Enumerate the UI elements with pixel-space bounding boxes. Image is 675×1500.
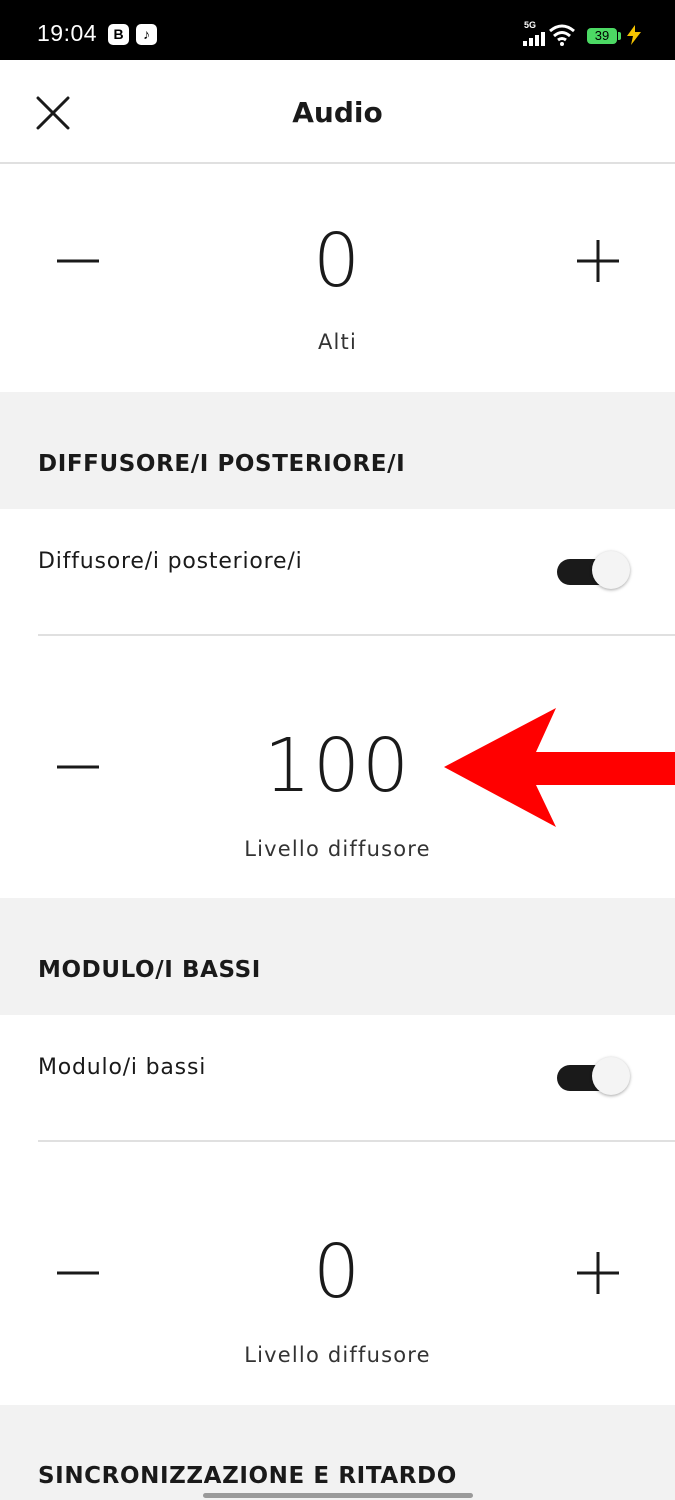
app-badge-tiktok-icon: ♪: [136, 24, 157, 45]
divider: [38, 634, 675, 636]
bass-module-toggle-label: Modulo/i bassi: [38, 1055, 207, 1080]
page-title: Audio: [292, 96, 383, 129]
battery-icon: 39: [587, 28, 617, 44]
sync-section-header: SINCRONIZZAZIONE E RITARDO: [0, 1405, 675, 1500]
battery-tip: [618, 32, 621, 40]
treble-stepper: 0 Alti: [0, 164, 675, 392]
toggle-knob: [592, 1057, 630, 1095]
status-time: 19:04: [37, 20, 98, 46]
bass-module-panel: Modulo/i bassi 0 Livello diffusore: [0, 1015, 675, 1405]
status-bar: 19:04 B ♪ 5G 39: [0, 0, 675, 60]
app-badge-b-icon: B: [108, 24, 129, 45]
toggle-knob: [592, 551, 630, 589]
bass-level-label: Livello diffusore: [244, 1343, 431, 1367]
plus-icon: [577, 1252, 619, 1294]
home-indicator[interactable]: [203, 1493, 473, 1498]
network-type-label: 5G: [524, 20, 537, 30]
charging-bolt-icon: [627, 25, 641, 45]
rear-speakers-section-title: DIFFUSORE/I POSTERIORE/I: [38, 451, 406, 477]
plus-icon: [577, 240, 619, 282]
treble-increase-button[interactable]: [568, 231, 628, 291]
wifi-icon: [549, 24, 575, 46]
divider: [38, 1140, 675, 1142]
bass-module-toggle[interactable]: [556, 1057, 630, 1097]
bass-level-increase-button[interactable]: [568, 1243, 628, 1303]
sync-section-title: SINCRONIZZAZIONE E RITARDO: [38, 1463, 457, 1489]
treble-label: Alti: [317, 330, 358, 354]
rear-speakers-toggle-label: Diffusore/i posteriore/i: [38, 549, 303, 574]
rear-speakers-panel: Diffusore/i posteriore/i 100 Livello dif…: [0, 509, 675, 898]
bass-module-section-title: MODULO/I BASSI: [38, 957, 261, 983]
rear-speakers-toggle[interactable]: [556, 551, 630, 591]
rear-speakers-level-label: Livello diffusore: [244, 837, 431, 861]
rear-speakers-section-header: DIFFUSORE/I POSTERIORE/I: [0, 392, 675, 509]
bass-module-section-header: MODULO/I BASSI: [0, 898, 675, 1015]
app-header: Audio: [0, 60, 675, 164]
red-arrow-icon: [444, 708, 675, 827]
signal-icon: [523, 32, 545, 46]
